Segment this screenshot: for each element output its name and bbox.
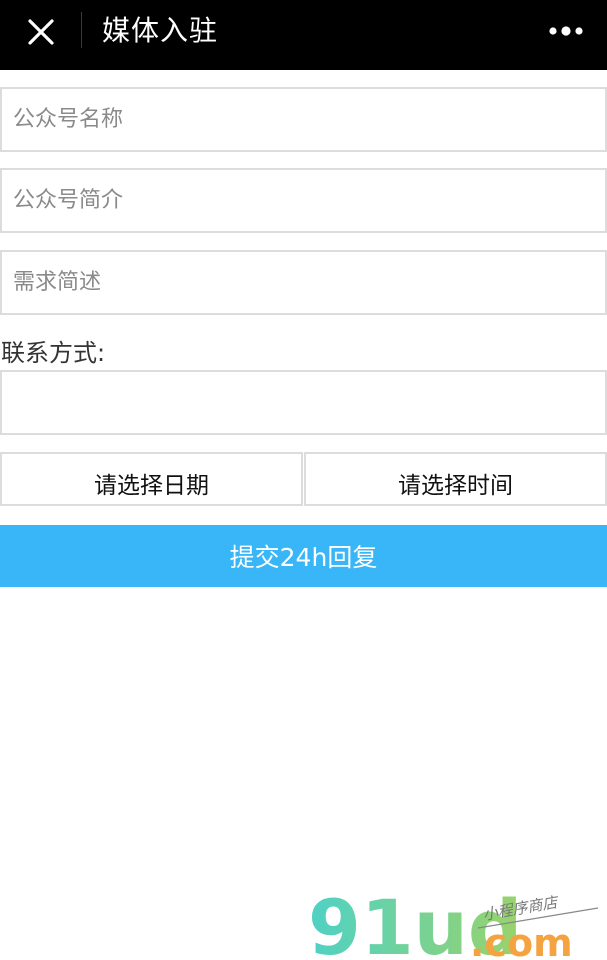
time-picker[interactable]: 请选择时间	[304, 452, 607, 506]
account-intro-input[interactable]	[2, 170, 605, 231]
contact-field[interactable]	[0, 370, 607, 435]
date-picker[interactable]: 请选择日期	[0, 452, 303, 506]
close-button[interactable]	[20, 11, 62, 53]
account-intro-field[interactable]	[0, 168, 607, 233]
account-name-input[interactable]	[2, 89, 605, 150]
contact-label: 联系方式:	[1, 339, 106, 367]
page-title: 媒体入驻	[102, 14, 219, 47]
account-name-field[interactable]	[0, 87, 607, 152]
navigation-bar: 媒体入驻	[0, 0, 607, 70]
submit-button[interactable]: 提交24h回复	[0, 525, 607, 587]
close-icon	[28, 19, 54, 45]
more-button[interactable]	[543, 14, 589, 48]
demand-field[interactable]	[0, 250, 607, 315]
contact-input[interactable]	[2, 372, 605, 433]
demand-input[interactable]	[2, 252, 605, 313]
navbar-divider	[81, 12, 82, 48]
more-dots-icon	[549, 26, 583, 36]
site-watermark: 91ud .com 小程序商店	[308, 884, 599, 960]
